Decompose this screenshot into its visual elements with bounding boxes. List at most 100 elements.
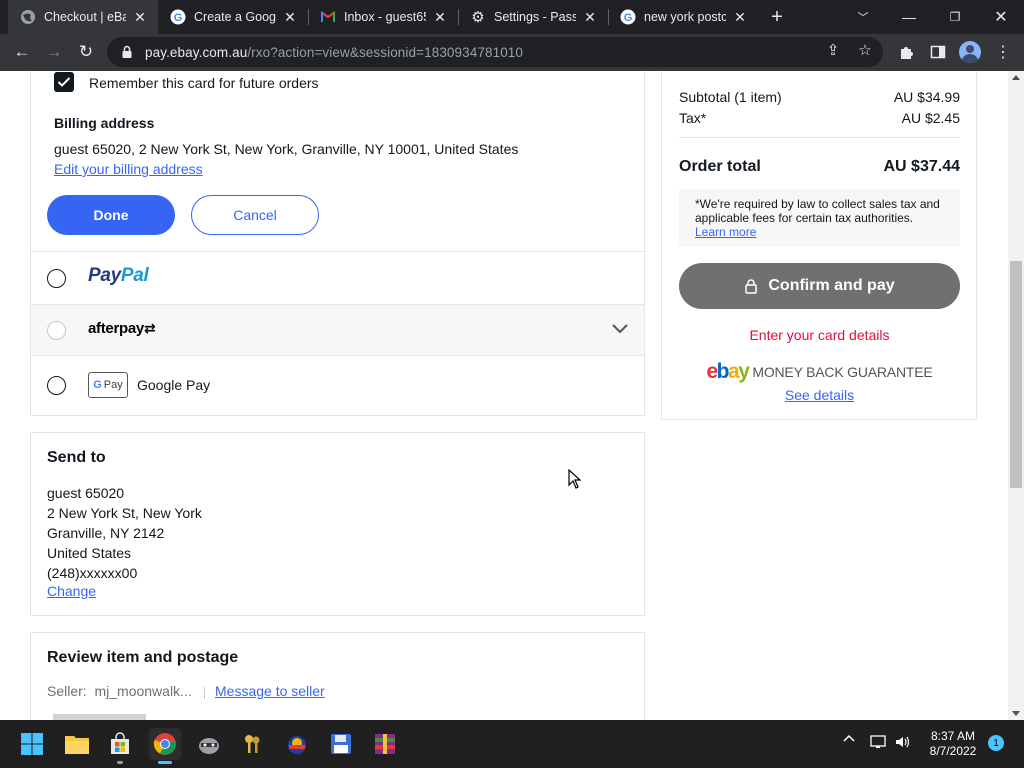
gmail-icon	[320, 9, 336, 25]
divider	[204, 687, 205, 699]
tab-settings-passwords[interactable]: ⚙ Settings - Passw ✕	[458, 0, 608, 34]
minimize-button[interactable]: —	[886, 0, 932, 34]
show-hidden-icons-chevron-icon[interactable]	[843, 734, 855, 742]
tab-search-chevron-icon[interactable]: ﹀	[840, 0, 886, 34]
close-window-button[interactable]: ✕	[978, 0, 1024, 34]
volume-speaker-icon[interactable]	[894, 734, 912, 750]
google-pay-label: Google Pay	[137, 377, 211, 393]
back-arrow-icon[interactable]: ←	[8, 38, 36, 66]
paypal-radio[interactable]	[47, 269, 66, 288]
tab-title: Create a Google	[194, 10, 276, 24]
scrollbar-thumb[interactable]	[1010, 261, 1022, 488]
order-total-value: AU $37.44	[883, 158, 961, 175]
tax-note: *We're required by law to collect sales …	[679, 189, 960, 247]
confirm-and-pay-button[interactable]: Confirm and pay	[679, 263, 960, 309]
system-clock[interactable]: 8:37 AM 8/7/2022	[924, 729, 982, 759]
running-indicator	[117, 761, 123, 764]
chevron-down-icon[interactable]	[611, 322, 629, 340]
afterpay-logo: afterpay⇄	[88, 320, 156, 337]
google-pay-radio[interactable]	[47, 376, 66, 395]
google-g-icon: G	[620, 9, 636, 25]
share-icon[interactable]: ⇪	[824, 41, 842, 59]
tab-gmail-inbox[interactable]: Inbox - guest65 ✕	[308, 0, 458, 34]
learn-more-link[interactable]: Learn more	[695, 225, 756, 239]
colorful-app-icon[interactable]	[281, 728, 313, 760]
forward-arrow-icon[interactable]: →	[40, 38, 68, 66]
close-tab-icon[interactable]: ✕	[432, 9, 448, 25]
address-bar[interactable]: pay.ebay.com.au/rxo?action=view&sessioni…	[107, 37, 883, 67]
tab-new-york-postcode[interactable]: G new york postco ✕	[608, 0, 758, 34]
billing-address-heading: Billing address	[54, 115, 155, 131]
windows-start-icon[interactable]	[16, 728, 48, 760]
done-button[interactable]: Done	[47, 195, 175, 235]
tab-checkout-ebay[interactable]: Checkout | eBay ✕	[8, 0, 158, 34]
url-text: pay.ebay.com.au/rxo?action=view&sessioni…	[145, 44, 524, 60]
close-tab-icon[interactable]: ✕	[582, 9, 598, 25]
payment-option-paypal[interactable]: PayPal	[31, 252, 644, 304]
mouse-cursor-icon	[568, 468, 582, 494]
lock-icon[interactable]	[119, 44, 135, 60]
message-seller-link[interactable]: Message to seller	[215, 683, 325, 699]
see-details-link[interactable]: See details	[679, 387, 960, 403]
card-details-error: Enter your card details	[749, 327, 890, 343]
browser-tab-strip: Checkout | eBay ✕ G Create a Google ✕ In…	[0, 0, 1024, 34]
send-to-card	[30, 432, 645, 616]
microsoft-store-icon[interactable]	[104, 728, 136, 764]
tab-title: new york postco	[644, 10, 726, 24]
active-indicator	[158, 761, 172, 764]
profile-avatar[interactable]	[959, 41, 981, 63]
tab-title: Checkout | eBay	[44, 10, 126, 24]
network-monitor-icon[interactable]	[870, 734, 888, 750]
change-address-link[interactable]: Change	[47, 583, 96, 599]
side-panel-icon[interactable]	[928, 42, 948, 62]
raccoon-app-icon[interactable]	[193, 728, 225, 760]
review-item-card	[30, 632, 645, 720]
google-pay-badge-icon: G Pay	[88, 372, 128, 398]
reload-icon[interactable]: ↻	[72, 38, 100, 66]
extensions-puzzle-icon[interactable]	[896, 42, 916, 62]
recipient-street: 2 New York St, New York	[47, 505, 202, 521]
recipient-country: United States	[47, 545, 132, 561]
divider	[679, 137, 960, 138]
paypal-logo: PayPal	[88, 265, 149, 286]
bookmark-star-icon[interactable]: ☆	[856, 41, 874, 59]
page-viewport: Remember this card for future orders Bil…	[0, 71, 1008, 720]
tax-value: AU $2.45	[901, 110, 960, 126]
subtotal-label: Subtotal (1 item)	[679, 89, 782, 105]
seller-label: Seller: mj_moonwalk...	[47, 683, 192, 699]
payment-option-google-pay[interactable]: G Pay Google Pay	[31, 356, 644, 414]
new-tab-button[interactable]: +	[765, 5, 789, 29]
tab-create-google[interactable]: G Create a Google ✕	[158, 0, 308, 34]
windows-taskbar: 8:37 AM 8/7/2022 1	[0, 720, 1024, 768]
tab-title: Settings - Passw	[494, 10, 576, 24]
recipient-city: Granville, NY 2142	[47, 525, 165, 541]
file-explorer-icon[interactable]	[61, 728, 93, 760]
winrar-icon[interactable]	[369, 728, 401, 760]
lock-icon	[744, 278, 758, 294]
close-tab-icon[interactable]: ✕	[282, 9, 298, 25]
cancel-button[interactable]: Cancel	[191, 195, 319, 235]
restore-button[interactable]: ❐	[932, 0, 978, 34]
svg-text:G: G	[624, 12, 633, 24]
scroll-down-arrow-icon[interactable]	[1012, 711, 1020, 716]
money-back-guarantee: ebay MONEY BACK GUARANTEE	[679, 360, 960, 384]
remember-card-checkbox[interactable]	[54, 72, 74, 92]
scroll-up-arrow-icon[interactable]	[1012, 75, 1020, 80]
floppy-disk-icon[interactable]	[325, 728, 357, 760]
notification-badge[interactable]: 1	[988, 735, 1004, 751]
recipient-phone: (248)xxxxxx00	[47, 565, 138, 581]
billing-address-text: guest 65020, 2 New York St, New York, Gr…	[54, 141, 519, 157]
page-scrollbar[interactable]	[1008, 71, 1024, 720]
afterpay-radio[interactable]	[47, 321, 66, 340]
close-tab-icon[interactable]: ✕	[132, 9, 148, 25]
send-to-heading: Send to	[47, 449, 106, 466]
edit-billing-address-link[interactable]: Edit your billing address	[54, 161, 203, 177]
google-g-icon: G	[170, 9, 186, 25]
payment-option-afterpay[interactable]: afterpay⇄	[31, 305, 644, 355]
keys-app-icon[interactable]	[237, 728, 269, 760]
remember-card-label: Remember this card for future orders	[89, 75, 319, 91]
ebay-logo-icon: ebay	[706, 360, 749, 383]
more-menu-icon[interactable]: ⋮	[993, 42, 1013, 62]
chrome-taskbar-icon[interactable]	[149, 728, 181, 764]
close-tab-icon[interactable]: ✕	[732, 9, 748, 25]
